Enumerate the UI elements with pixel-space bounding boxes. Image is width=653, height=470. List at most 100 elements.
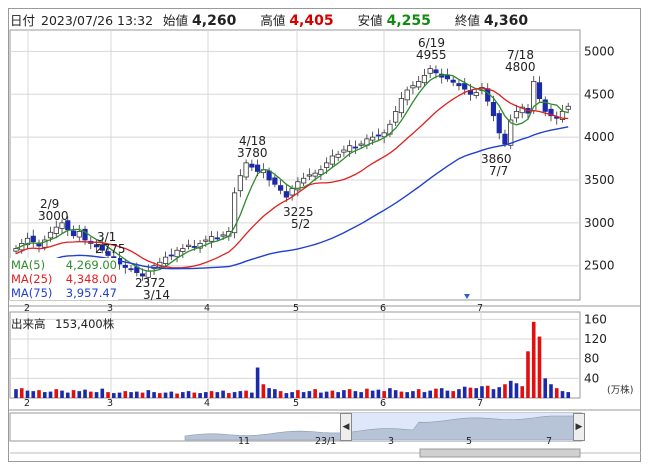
x-tick-label: 4 (204, 303, 210, 314)
price-tick-label: 5000 (584, 44, 615, 58)
ma5-value: 4,269.00 (65, 258, 117, 272)
volume-bar (227, 393, 231, 398)
volume-bar (411, 391, 415, 398)
candle-body (220, 234, 226, 237)
candle-body (358, 143, 364, 146)
navigator-right-button[interactable]: ▶ (573, 413, 585, 441)
volume-bar (480, 386, 484, 398)
volume-bar (428, 390, 432, 398)
volume-bar (221, 390, 225, 398)
volume-bar (284, 393, 289, 398)
volume-bar (71, 390, 76, 398)
volume-bar (186, 391, 191, 398)
x-tick-label: 2 (24, 303, 30, 314)
ma75-legend: MA(75) 3,957.47 (10, 286, 118, 300)
volume-bar (129, 392, 133, 398)
volume-bar (537, 336, 542, 398)
volume-bar (434, 388, 438, 398)
candle-body (174, 249, 180, 258)
candle-body (352, 146, 359, 149)
x-tick-label: 6 (380, 303, 386, 314)
volume-unit: (万株) (607, 385, 634, 396)
ma25-value: 4,348.00 (65, 272, 117, 286)
volume-bar (106, 392, 110, 398)
candle-body (513, 111, 520, 119)
candle-body (162, 256, 169, 264)
volume-bar (169, 391, 174, 398)
navigator-left-button[interactable]: ◀ (340, 413, 352, 441)
volume-bar (296, 390, 300, 398)
volume-bar (554, 388, 559, 398)
volume-bar (439, 388, 444, 398)
volume-bar (25, 390, 30, 398)
volume-bar (474, 388, 479, 398)
volume-bar (111, 393, 116, 398)
volume-bar (508, 380, 513, 398)
volume-tick-label: 160 (584, 312, 607, 326)
candle-body (312, 172, 318, 177)
volume-bar (543, 378, 548, 398)
volume-bar (353, 391, 358, 398)
candle-body (289, 188, 295, 196)
candle-body (249, 163, 255, 168)
volume-bar (278, 391, 283, 398)
volume-bar (42, 392, 47, 398)
volume-bar (77, 391, 82, 398)
volume-bar (445, 390, 450, 398)
ma75-value: 3,957.47 (65, 286, 117, 300)
volume-bar (204, 392, 208, 398)
volume-title: 出来高 (11, 317, 46, 331)
candle-body (324, 162, 330, 168)
volume-tick-label: 40 (584, 371, 599, 385)
volume-x-tick-label: 5 (293, 398, 299, 409)
ma25-legend: MA(25) 4,348.00 (10, 272, 118, 286)
candle-body (427, 68, 433, 74)
volume-bar (152, 392, 156, 398)
candle-body (243, 162, 249, 178)
candle-body (536, 82, 543, 99)
candle-body (30, 235, 36, 243)
candle-body (542, 99, 548, 112)
candle-body (456, 83, 462, 87)
volume-bar (520, 386, 525, 398)
volume-bar (19, 388, 24, 398)
candle-body (473, 92, 479, 96)
candle-body (335, 153, 341, 158)
volume-bar (48, 391, 53, 398)
volume-bar (370, 390, 375, 398)
volume-bar (531, 321, 536, 398)
volume-bar (123, 391, 128, 398)
candle-body (47, 231, 54, 239)
volume-bar (232, 392, 237, 398)
volume-bar (37, 390, 41, 398)
annotation-value: 2775 (95, 242, 126, 256)
volume-bar (146, 390, 151, 398)
volume-bar (399, 391, 404, 398)
volume-bar (462, 386, 467, 398)
candle-body (490, 102, 497, 117)
price-tick-label: 3000 (584, 216, 615, 230)
volume-bar (215, 392, 220, 398)
candle-body (272, 177, 278, 185)
volume-bar (181, 392, 185, 398)
volume-bar (526, 351, 530, 398)
volume-bar (301, 392, 306, 398)
volume-bar (244, 390, 248, 398)
volume-bar (290, 392, 294, 398)
volume-tick-label: 120 (584, 332, 607, 346)
candle-body (421, 75, 428, 84)
candle-body (266, 170, 272, 181)
volume-bar (307, 391, 312, 398)
volume-bar (261, 384, 266, 398)
annotation-value: 4800 (505, 60, 536, 74)
candle-body (502, 133, 508, 145)
volume-x-tick-label: 4 (204, 398, 210, 409)
candle-body (191, 246, 197, 248)
candle-body (404, 89, 410, 101)
candle-body (255, 164, 261, 172)
volume-x-tick-label: 7 (477, 398, 483, 409)
volume-bar (342, 390, 346, 398)
volume-bar (566, 392, 571, 398)
ma75-label: MA(75) (11, 286, 53, 300)
annotation-value: 3000 (38, 209, 69, 223)
